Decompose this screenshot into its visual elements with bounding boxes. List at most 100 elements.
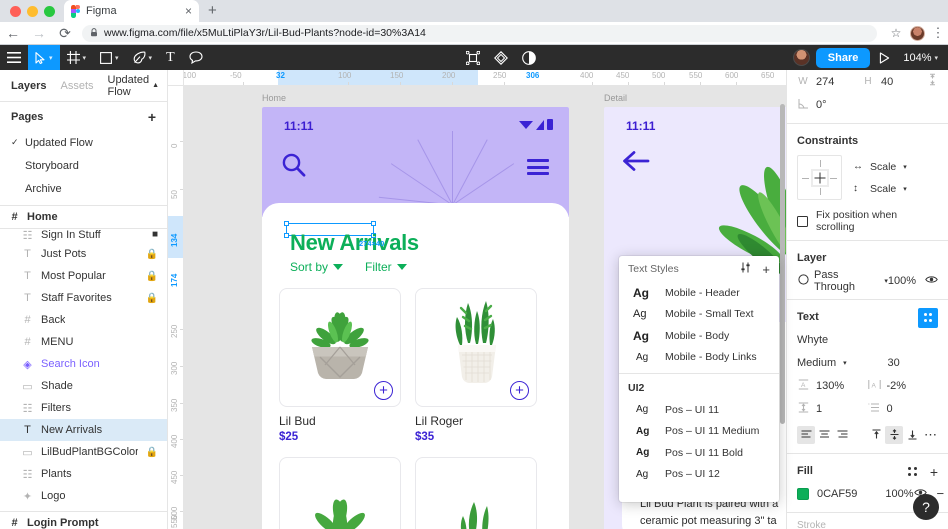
layer-opacity-value[interactable]: 100% (888, 275, 916, 287)
text-styles-popup[interactable]: Text Styles + Ag Mobile - Header Ag Mobi… (619, 256, 779, 502)
mask-icon-button[interactable] (515, 45, 543, 70)
add-page-button[interactable]: + (148, 110, 156, 124)
forward-button[interactable]: → (26, 25, 52, 41)
layer-visibility-icon[interactable]: ■ (152, 229, 158, 240)
filter-dropdown[interactable]: Filter (365, 260, 407, 274)
browser-profile-avatar[interactable] (910, 25, 925, 41)
layer-row-plants[interactable]: ☷ Plants (0, 463, 167, 485)
product-card[interactable] (279, 457, 401, 529)
close-tab-button[interactable]: × (185, 5, 192, 17)
sort-by-dropdown[interactable]: Sort by (290, 260, 344, 274)
fix-position-checkbox[interactable] (797, 215, 808, 227)
hamburger-icon[interactable] (527, 159, 549, 175)
width-field[interactable]: W 274 (797, 76, 862, 88)
page-item-storyboard[interactable]: Storyboard (0, 154, 167, 177)
text-more-options-button[interactable]: ⋯ (924, 427, 938, 443)
layer-frame-login-prompt[interactable]: # Login Prompt (0, 511, 167, 529)
share-button[interactable]: Share (815, 47, 871, 68)
bookmark-star-icon[interactable]: ☆ (885, 26, 907, 40)
home-screen-frame[interactable]: 11:11 New Arrivals 274×40 Sort by Filter… (262, 107, 569, 529)
text-style-item-pos-ui-11-medium[interactable]: Ag Pos – UI 11 Medium (619, 421, 779, 443)
layer-row-new-arrivals[interactable]: T New Arrivals (0, 419, 167, 441)
list-indent-field[interactable]: 0 (868, 402, 939, 416)
height-field[interactable]: H 40 (862, 76, 927, 88)
browser-menu-icon[interactable]: ⋮ (928, 25, 948, 41)
flow-selector[interactable]: Updated Flow ▲ (108, 74, 160, 98)
product-card[interactable] (415, 457, 537, 529)
page-item-archive[interactable]: Archive (0, 177, 167, 200)
add-fill-button[interactable]: + (930, 465, 938, 479)
fill-color-swatch[interactable] (797, 487, 809, 500)
eye-icon[interactable] (925, 275, 938, 287)
product-card[interactable]: + Lil Roger $35 (415, 288, 537, 443)
tab-assets[interactable]: Assets (60, 80, 93, 92)
constraints-widget[interactable] (797, 155, 842, 200)
reload-button[interactable]: ⟳ (52, 25, 78, 42)
component-icon-button[interactable] (459, 45, 487, 70)
layer-row-lilbudplantbgcolor[interactable]: ▭ LilBudPlantBGColor 🔒 (0, 441, 167, 463)
move-tool-button[interactable]: ▾ (28, 45, 60, 70)
layer-row-logo[interactable]: ✦ Logo (0, 485, 167, 507)
present-button[interactable] (872, 45, 897, 70)
layer-row-back[interactable]: # Back (0, 309, 167, 331)
layer-row-shade[interactable]: ▭ Shade (0, 375, 167, 397)
layer-row-just-pots[interactable]: T Just Pots 🔒 (0, 243, 167, 265)
close-window-button[interactable] (10, 6, 21, 17)
back-button[interactable]: ← (0, 25, 26, 41)
user-avatar[interactable] (792, 49, 810, 66)
sliders-icon[interactable] (740, 262, 751, 276)
shape-tool-caret-icon[interactable]: ▾ (115, 54, 119, 62)
valign-bottom-button[interactable] (903, 426, 921, 444)
valign-middle-button[interactable] (885, 425, 903, 444)
pen-tool-caret-icon[interactable]: ▾ (149, 54, 153, 62)
lock-icon[interactable]: 🔒 (146, 447, 158, 458)
horizontal-constraint-dropdown[interactable]: ↔ Scale ▾ (853, 161, 938, 173)
vertical-ruler[interactable]: 0 50 134 174 250 300 350 400 450 500 550 (168, 86, 184, 529)
layer-row-search-icon[interactable]: ◈ Search Icon (0, 353, 167, 375)
canvas-scrollbar[interactable] (780, 104, 785, 424)
move-tool-caret-icon[interactable]: ▾ (49, 54, 53, 62)
text-style-item-mobile-body[interactable]: Ag Mobile - Body (619, 325, 779, 347)
shape-tool-button[interactable]: ▾ (93, 45, 126, 70)
url-input[interactable]: www.figma.com/file/x5MuLtiPlaY3r/Lil-Bud… (82, 24, 877, 42)
add-to-cart-button[interactable]: + (374, 381, 393, 400)
align-right-button[interactable] (833, 426, 851, 444)
font-size-field[interactable]: 30 (868, 357, 939, 369)
browser-tab-figma[interactable]: Figma × (64, 0, 199, 22)
zoom-level-selector[interactable]: 104% ▾ (897, 52, 948, 64)
tab-layers[interactable]: Layers (11, 80, 46, 92)
page-item-updated-flow[interactable]: ✓ Updated Flow (0, 131, 167, 154)
text-style-item-mobile-body-links[interactable]: Ag Mobile - Body Links (619, 347, 779, 369)
align-left-button[interactable] (797, 425, 815, 444)
font-weight-dropdown[interactable]: Medium ▾ (797, 357, 868, 369)
text-style-picker-button[interactable] (918, 307, 938, 328)
text-style-item-mobile-small-text[interactable]: Ag Mobile - Small Text (619, 304, 779, 326)
lock-icon[interactable]: 🔒 (146, 271, 158, 282)
remove-fill-button[interactable]: − (937, 486, 945, 501)
add-text-style-button[interactable]: + (762, 263, 770, 276)
add-to-cart-button[interactable]: + (510, 381, 529, 400)
text-style-item-mobile-header[interactable]: Ag Mobile - Header (619, 282, 779, 304)
fill-styles-icon[interactable] (908, 467, 917, 476)
main-menu-button[interactable] (0, 45, 28, 70)
rotation-field[interactable]: 0° (797, 98, 868, 112)
text-style-item-pos-ui-11-bold[interactable]: Ag Pos – UI 11 Bold (619, 442, 779, 464)
new-tab-button[interactable]: + (208, 2, 217, 22)
fill-opacity-value[interactable]: 100% (885, 488, 913, 500)
valign-top-button[interactable] (867, 426, 885, 444)
text-style-item-pos-ui-12[interactable]: Ag Pos – UI 12 (619, 464, 779, 486)
new-arrivals-title[interactable]: New Arrivals (290, 230, 419, 256)
frame-label-detail[interactable]: Detail (604, 93, 627, 103)
layer-row-menu[interactable]: # MENU (0, 331, 167, 353)
maximize-window-button[interactable] (44, 6, 55, 17)
layer-row-sign-in-stuff[interactable]: ☷ Sign In Stuff ■ (0, 229, 167, 243)
layer-frame-home[interactable]: # Home (0, 206, 167, 228)
text-style-item-pos-ui-11[interactable]: Ag Pos – UI 11 (619, 399, 779, 421)
frame-tool-button[interactable]: ▾ (60, 45, 94, 70)
back-arrow-icon[interactable] (621, 150, 651, 177)
align-center-button[interactable] (815, 426, 833, 444)
layer-row-most-popular[interactable]: T Most Popular 🔒 (0, 265, 167, 287)
fill-color-hex[interactable]: 0CAF59 (817, 488, 857, 500)
constrain-proportions-icon[interactable] (927, 73, 938, 91)
lock-icon[interactable]: 🔒 (146, 249, 158, 260)
